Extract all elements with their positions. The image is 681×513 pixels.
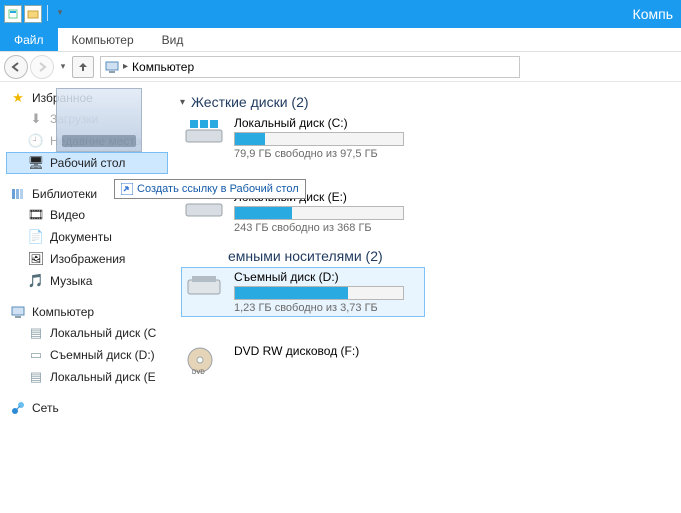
drag-ghost-icon [56,88,142,152]
address-bar[interactable]: ▸ Компьютер [100,56,520,78]
forward-button[interactable] [30,55,54,79]
window-title: Компь [633,6,677,22]
quick-access-toolbar: ▾ [4,5,67,23]
window-titlebar: ▾ Компь [0,0,681,28]
back-button[interactable] [4,55,28,79]
navigation-row: ▾ ▸ Компьютер [0,52,681,82]
tab-view[interactable]: Вид [148,28,198,51]
ribbon-tabs: Файл Компьютер Вид [0,28,681,52]
drop-hint-tooltip: Создать ссылку в Рабочий стол [114,179,306,199]
qat-newfolder-icon[interactable] [24,5,42,23]
drag-overlay: Создать ссылку в Рабочий стол [0,82,681,513]
tab-computer[interactable]: Компьютер [58,28,148,51]
shortcut-icon [121,183,133,195]
qat-dropdown-icon[interactable]: ▾ [53,5,67,19]
qat-properties-icon[interactable] [4,5,22,23]
tab-file[interactable]: Файл [0,28,58,51]
up-button[interactable] [72,56,94,78]
breadcrumb-sep-icon: ▸ [123,61,128,72]
history-dropdown[interactable]: ▾ [56,60,70,74]
qat-separator [47,5,48,21]
computer-icon [105,60,119,74]
drop-hint-text: Создать ссылку в Рабочий стол [137,183,299,195]
breadcrumb-location: Компьютер [132,60,194,74]
